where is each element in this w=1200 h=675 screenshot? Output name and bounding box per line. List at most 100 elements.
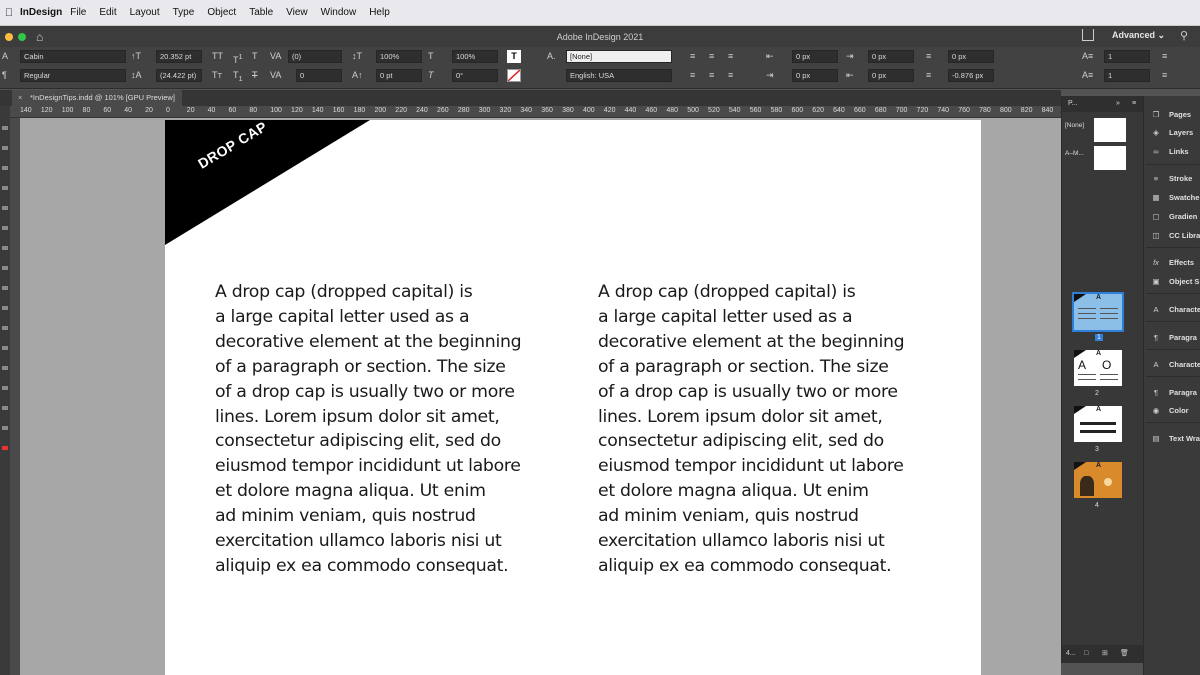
paragraph-formatting-icon[interactable]: ¶ bbox=[2, 69, 7, 82]
pen-tool-icon[interactable] bbox=[2, 246, 8, 250]
text-fill-icon[interactable]: T bbox=[507, 50, 521, 63]
dock-character-styles[interactable]: A Characte bbox=[1150, 357, 1200, 371]
selection-tool-icon[interactable] bbox=[2, 126, 8, 130]
scissors-tool-icon[interactable] bbox=[2, 326, 8, 330]
superscript-icon[interactable]: T1 bbox=[233, 50, 243, 67]
dock-swatches[interactable]: ▦ Swatche bbox=[1150, 190, 1199, 204]
dock-character[interactable]: A Characte bbox=[1150, 302, 1200, 316]
left-indent-field[interactable]: 0 px bbox=[792, 50, 838, 63]
character-style-field[interactable]: [None] bbox=[566, 50, 672, 63]
font-style-field[interactable]: Regular bbox=[20, 69, 126, 82]
align-center-icon[interactable]: ≡ bbox=[709, 50, 714, 63]
dock-stroke[interactable]: ≡ Stroke bbox=[1150, 171, 1193, 185]
menu-table[interactable]: Table bbox=[249, 7, 273, 18]
banner-triangle[interactable] bbox=[165, 120, 370, 245]
close-icon[interactable]: × bbox=[18, 90, 22, 106]
home-icon[interactable]: ⌂ bbox=[36, 30, 43, 44]
page-thumb-1[interactable]: A bbox=[1072, 292, 1124, 332]
app-menu[interactable]: InDesign bbox=[20, 7, 62, 18]
first-line-indent-field[interactable]: 0 px bbox=[868, 50, 914, 63]
page-number-3[interactable]: 3 bbox=[1095, 446, 1099, 453]
menu-view[interactable]: View bbox=[286, 7, 308, 18]
left-text-frame[interactable]: A drop cap (dropped capital) is a large c… bbox=[215, 280, 555, 579]
collapse-icon[interactable]: » bbox=[1116, 96, 1120, 112]
page-thumb-3[interactable]: A bbox=[1074, 406, 1122, 442]
dropcap-chars-field[interactable]: 1 bbox=[1104, 69, 1150, 82]
page-tool-icon[interactable] bbox=[2, 166, 8, 170]
justify-all-icon[interactable]: ≡ bbox=[728, 69, 733, 82]
leading-field[interactable]: (24.422 pt) bbox=[156, 69, 202, 82]
menu-help[interactable]: Help bbox=[369, 7, 390, 18]
menu-type[interactable]: Type bbox=[173, 7, 195, 18]
menu-layout[interactable]: Layout bbox=[130, 7, 160, 18]
gap-tool-icon[interactable] bbox=[2, 186, 8, 190]
right-text-frame[interactable]: A drop cap (dropped capital) is a large c… bbox=[598, 280, 938, 579]
bullets-icon[interactable]: ≡ bbox=[1162, 50, 1167, 63]
numbering-icon[interactable]: ≡ bbox=[1162, 69, 1167, 82]
baseline-shift-field[interactable]: 0 pt bbox=[376, 69, 422, 82]
tracking-field[interactable]: 0 bbox=[296, 69, 342, 82]
horizontal-ruler[interactable]: 140 120 100 80 60 40 20 0 20 40 60 80 100 120 140 160 18… bbox=[10, 106, 1061, 118]
page-number-1[interactable]: 1 bbox=[1095, 334, 1103, 341]
skew-field[interactable]: 0° bbox=[452, 69, 498, 82]
menu-edit[interactable]: Edit bbox=[99, 7, 116, 18]
workspace-switcher[interactable]: Advanced ⌄ bbox=[1112, 30, 1165, 41]
hand-tool-icon[interactable] bbox=[2, 426, 8, 430]
dock-pages[interactable]: ❐ Pages bbox=[1150, 107, 1191, 121]
all-caps-icon[interactable]: TT bbox=[212, 50, 223, 63]
dropcap-lines-field[interactable]: 1 bbox=[1104, 50, 1150, 63]
space-before-field[interactable]: 0 px bbox=[948, 50, 994, 63]
rectangle-tool-icon[interactable] bbox=[2, 306, 8, 310]
eyedropper-tool-icon[interactable] bbox=[2, 406, 8, 410]
page-number-2[interactable]: 2 bbox=[1095, 390, 1099, 397]
font-family-field[interactable]: Cabin bbox=[20, 50, 126, 63]
strikethrough-icon[interactable]: T bbox=[252, 69, 258, 82]
menu-file[interactable]: File bbox=[70, 7, 86, 18]
right-indent-field[interactable]: 0 px bbox=[792, 69, 838, 82]
search-icon[interactable]: ⚲ bbox=[1180, 29, 1188, 42]
page-thumb-2[interactable]: A AO bbox=[1074, 350, 1122, 386]
vertical-ruler[interactable] bbox=[10, 118, 20, 675]
underline-icon[interactable]: T bbox=[252, 50, 258, 63]
justify-left-icon[interactable]: ≡ bbox=[690, 69, 695, 82]
dock-links[interactable]: ∞ Links bbox=[1150, 144, 1188, 158]
last-line-indent-field[interactable]: 0 px bbox=[868, 69, 914, 82]
dock-cc-libraries[interactable]: ◫ CC Libra bbox=[1150, 228, 1200, 242]
dock-paragraph[interactable]: ¶ Paragra bbox=[1150, 330, 1197, 344]
dock-color[interactable]: ◉ Color bbox=[1150, 403, 1189, 417]
dock-layers[interactable]: ◈ Layers bbox=[1150, 125, 1193, 139]
gradient-tool-icon[interactable] bbox=[2, 366, 8, 370]
page-number-4[interactable]: 4 bbox=[1095, 502, 1099, 509]
menu-window[interactable]: Window bbox=[321, 7, 357, 18]
dock-gradient[interactable]: ▢ Gradien bbox=[1150, 209, 1197, 223]
align-left-icon[interactable]: ≡ bbox=[690, 50, 695, 63]
fill-stroke-icon[interactable] bbox=[2, 446, 8, 450]
small-caps-icon[interactable]: TT bbox=[212, 69, 222, 82]
dock-effects[interactable]: fx Effects bbox=[1150, 255, 1194, 269]
align-right-icon[interactable]: ≡ bbox=[728, 50, 733, 63]
pages-panel-header[interactable]: P... » ≡ bbox=[1062, 96, 1143, 112]
rectangle-frame-tool-icon[interactable] bbox=[2, 286, 8, 290]
share-icon[interactable] bbox=[1082, 29, 1094, 41]
document-page[interactable]: DROP CAP A drop cap (dropped capital) is… bbox=[165, 120, 981, 675]
note-tool-icon[interactable] bbox=[2, 386, 8, 390]
page-size-icon[interactable]: □ bbox=[1084, 645, 1088, 663]
zoom-button[interactable] bbox=[18, 32, 26, 41]
dock-object-styles[interactable]: ▣ Object S bbox=[1150, 274, 1199, 288]
new-page-icon[interactable]: ⊞ bbox=[1102, 645, 1108, 663]
master-a-thumb[interactable] bbox=[1094, 146, 1126, 170]
apple-icon[interactable]:  bbox=[0, 7, 18, 19]
page-thumb-4[interactable]: A bbox=[1074, 462, 1122, 498]
pasteboard[interactable]: DROP CAP A drop cap (dropped capital) is… bbox=[20, 118, 1061, 675]
free-transform-tool-icon[interactable] bbox=[2, 346, 8, 350]
minimize-button[interactable] bbox=[5, 32, 13, 41]
character-formatting-icon[interactable]: A bbox=[2, 50, 8, 63]
kerning-field[interactable]: (0) bbox=[288, 50, 342, 63]
pencil-tool-icon[interactable] bbox=[2, 266, 8, 270]
horizontal-scale-field[interactable]: 100% bbox=[452, 50, 498, 63]
direct-selection-tool-icon[interactable] bbox=[2, 146, 8, 150]
pages-panel-tab[interactable]: P... bbox=[1068, 100, 1078, 107]
vertical-scale-field[interactable]: 100% bbox=[376, 50, 422, 63]
document-tab[interactable]: × *InDesignTips.indd @ 101% [GPU Preview… bbox=[12, 90, 182, 106]
line-tool-icon[interactable] bbox=[2, 226, 8, 230]
